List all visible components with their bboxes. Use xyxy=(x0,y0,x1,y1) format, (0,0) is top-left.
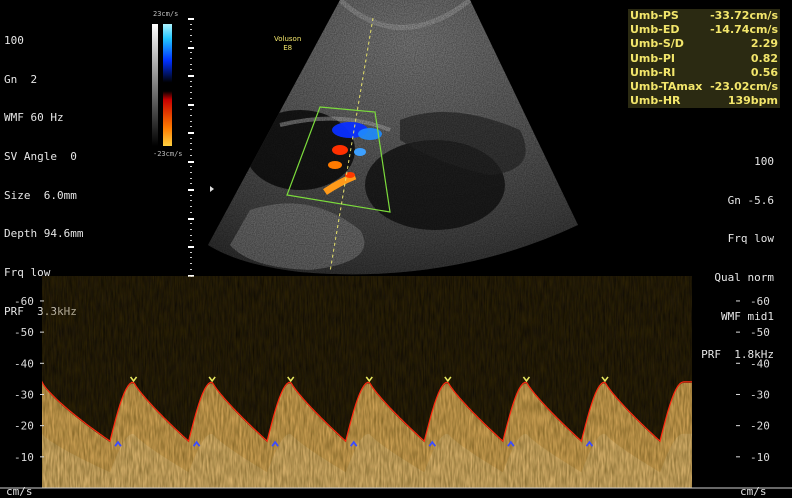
color-bar-bottom-label: -23cm/s xyxy=(153,150,183,158)
velocity-scale-label: -30 xyxy=(750,388,770,401)
param-wall-filter: WMF 60 Hz xyxy=(4,111,64,125)
top-bar-right: ~ ~ xyxy=(700,0,720,5)
top-bar-left: ~ ~ xyxy=(40,0,60,5)
probe-label: Voluson E8 xyxy=(274,35,301,53)
velocity-scale-label: -20 xyxy=(14,420,34,433)
velocity-scale-label: -50 xyxy=(750,326,770,339)
pw-param-power: 100 xyxy=(754,154,774,168)
velocity-scale-label: -10 xyxy=(750,451,770,464)
focus-marker-icon xyxy=(210,186,214,192)
ultrasound-sector-image xyxy=(208,0,578,275)
velocity-scale-label: -20 xyxy=(750,420,770,433)
velocity-scale-label: -40 xyxy=(14,357,34,370)
velocity-scale-label: -40 xyxy=(750,357,770,370)
measurement-row: Umb-PI 0.82 xyxy=(630,51,778,65)
pw-param-frequency: Frq low xyxy=(727,232,774,246)
measurement-row: Umb-S/D 2.29 xyxy=(630,37,778,51)
color-velocity-bar xyxy=(152,24,172,146)
measurement-row: Umb-HR 139bpm xyxy=(630,94,778,108)
velocity-scale-label: -60 xyxy=(14,295,34,308)
probe-brand: Voluson xyxy=(274,35,302,43)
velocity-scale-label: -30 xyxy=(14,388,34,401)
velocity-unit-label-left: cm/s xyxy=(6,485,33,498)
param-depth: Depth 94.6mm xyxy=(4,227,84,241)
param-sv-size: Size 6.0mm xyxy=(4,188,77,202)
probe-model: E8 xyxy=(283,44,293,52)
velocity-unit-label-right: cm/s xyxy=(740,485,767,498)
param-sv-angle: SV Angle 0 xyxy=(4,149,77,163)
spectral-doppler-display: -60 -50 -40 -30 -20 -10 -60 -50 -40 -30 -20 -10 xyxy=(0,276,792,489)
velocity-scale-label: -10 xyxy=(14,451,34,464)
velocity-scale-label: -50 xyxy=(14,326,34,339)
color-bar-top-label: 23cm/s xyxy=(153,10,179,18)
pw-param-gain: Gn -5.6 xyxy=(727,193,774,207)
param-power: 100 xyxy=(4,33,24,47)
measurement-row: Umb-PS -33.72cm/s xyxy=(630,9,778,22)
doppler-measurement-panel: Umb-PS -33.72cm/s Umb-ED -14.74cm/s Umb-S/… xyxy=(628,9,780,109)
measurement-row: Umb-ED -14.74cm/s xyxy=(630,23,778,37)
velocity-scale-label: -60 xyxy=(750,295,770,308)
param-gain: Gn 2 xyxy=(4,72,38,86)
measurement-row: Umb-TAmax -23.02cm/s xyxy=(630,79,778,93)
measurement-row: Umb-RI 0.56 xyxy=(630,65,778,79)
